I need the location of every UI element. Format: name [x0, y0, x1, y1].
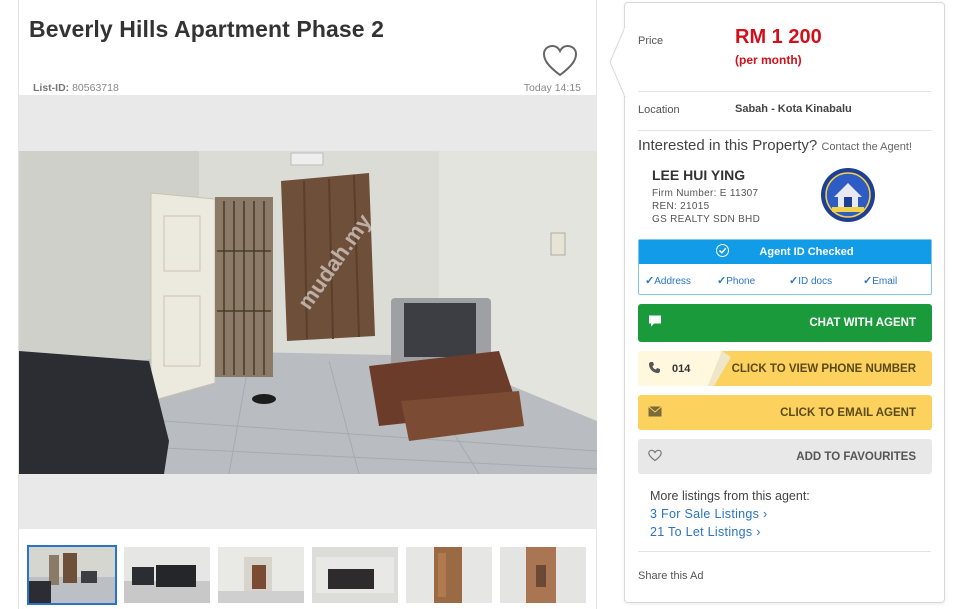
chat-button-label: CHAT WITH AGENT — [809, 317, 916, 329]
listing-main: Beverly Hills Apartment Phase 2 List-ID:… — [18, 0, 597, 609]
email-agent-button[interactable]: CLICK TO EMAIL AGENT — [638, 395, 932, 430]
main-photo[interactable]: mudah.my — [19, 151, 597, 474]
chat-bubble-icon — [648, 315, 664, 332]
agent-verification-box: Agent ID Checked ✓Address ✓Phone ✓ID doc… — [638, 239, 932, 295]
location-label: Location — [638, 104, 680, 116]
price-label: Price — [638, 35, 664, 47]
heart-icon[interactable] — [542, 44, 578, 78]
contact-agent-text: Contact the Agent! — [821, 141, 912, 153]
thumbnail-6[interactable] — [500, 547, 586, 603]
phone-button-label: CLICK TO VIEW PHONE NUMBER — [731, 362, 916, 375]
thumbnail-5[interactable] — [406, 547, 492, 603]
verified-id-docs: ✓ID docs — [789, 275, 833, 287]
thumbnail-4[interactable] — [312, 547, 398, 603]
envelope-icon — [648, 405, 662, 420]
heart-outline-icon — [648, 449, 662, 464]
verification-title: Agent ID Checked — [759, 246, 854, 258]
listing-title: Beverly Hills Apartment Phase 2 — [29, 16, 385, 42]
agent-company: GS REALTY SDN BHD — [652, 214, 761, 225]
price-value: RM 1 200 — [735, 26, 822, 48]
thumbnail-3[interactable] — [218, 547, 304, 603]
to-let-listings-link[interactable]: 21 To Let Listings › — [650, 525, 761, 539]
list-id-value: 80563718 — [72, 82, 119, 94]
check-icon: ✓ — [863, 275, 873, 287]
verified-email: ✓Email — [863, 275, 898, 287]
check-icon: ✓ — [789, 275, 799, 287]
panel-pointer — [609, 27, 626, 97]
verification-header: Agent ID Checked — [639, 240, 931, 264]
divider — [638, 91, 931, 92]
interest-text: Interested in this Property? — [638, 137, 818, 154]
for-sale-listings-link[interactable]: 3 For Sale Listings › — [650, 507, 767, 521]
divider — [638, 551, 931, 552]
favourites-button-label: ADD TO FAVOURITES — [796, 450, 916, 463]
phone-prefix: 014 — [672, 362, 691, 375]
check-circle-icon — [716, 244, 730, 257]
phone-icon — [648, 361, 661, 377]
verified-address: ✓Address — [645, 275, 691, 287]
posted-time: Today 14:15 — [523, 82, 581, 94]
divider — [638, 130, 931, 131]
price-unit: (per month) — [735, 53, 802, 67]
view-phone-button[interactable]: 014 CLICK TO VIEW PHONE NUMBER — [638, 351, 932, 386]
photo-viewer[interactable]: mudah.my — [19, 95, 597, 529]
more-listings-heading: More listings from this agent: — [650, 489, 810, 503]
chat-with-agent-button[interactable]: CHAT WITH AGENT — [638, 304, 932, 342]
verified-phone: ✓Phone — [717, 275, 756, 287]
thumbnail-1[interactable] — [27, 545, 117, 605]
list-id: List-ID: 80563718 — [33, 82, 119, 94]
agent-firm-number: Firm Number: E 11307 — [652, 188, 759, 199]
location-value: Sabah - Kota Kinabalu — [735, 103, 852, 115]
agent-ren: REN: 21015 — [652, 201, 710, 212]
email-button-label: CLICK TO EMAIL AGENT — [780, 406, 916, 419]
thumbnail-2[interactable] — [124, 547, 210, 603]
interest-heading: Interested in this Property? Contact the… — [638, 137, 912, 154]
list-id-label: List-ID: — [33, 82, 70, 94]
add-to-favourites-button[interactable]: ADD TO FAVOURITES — [638, 439, 932, 474]
share-ad-label: Share this Ad — [638, 570, 704, 582]
contact-panel: Price RM 1 200 (per month) Location Saba… — [609, 2, 945, 603]
agent-name: LEE HUI YING — [652, 167, 746, 183]
thumbnail-strip — [27, 545, 589, 605]
agency-logo — [820, 167, 876, 223]
check-icon: ✓ — [645, 275, 655, 287]
check-icon: ✓ — [717, 275, 727, 287]
